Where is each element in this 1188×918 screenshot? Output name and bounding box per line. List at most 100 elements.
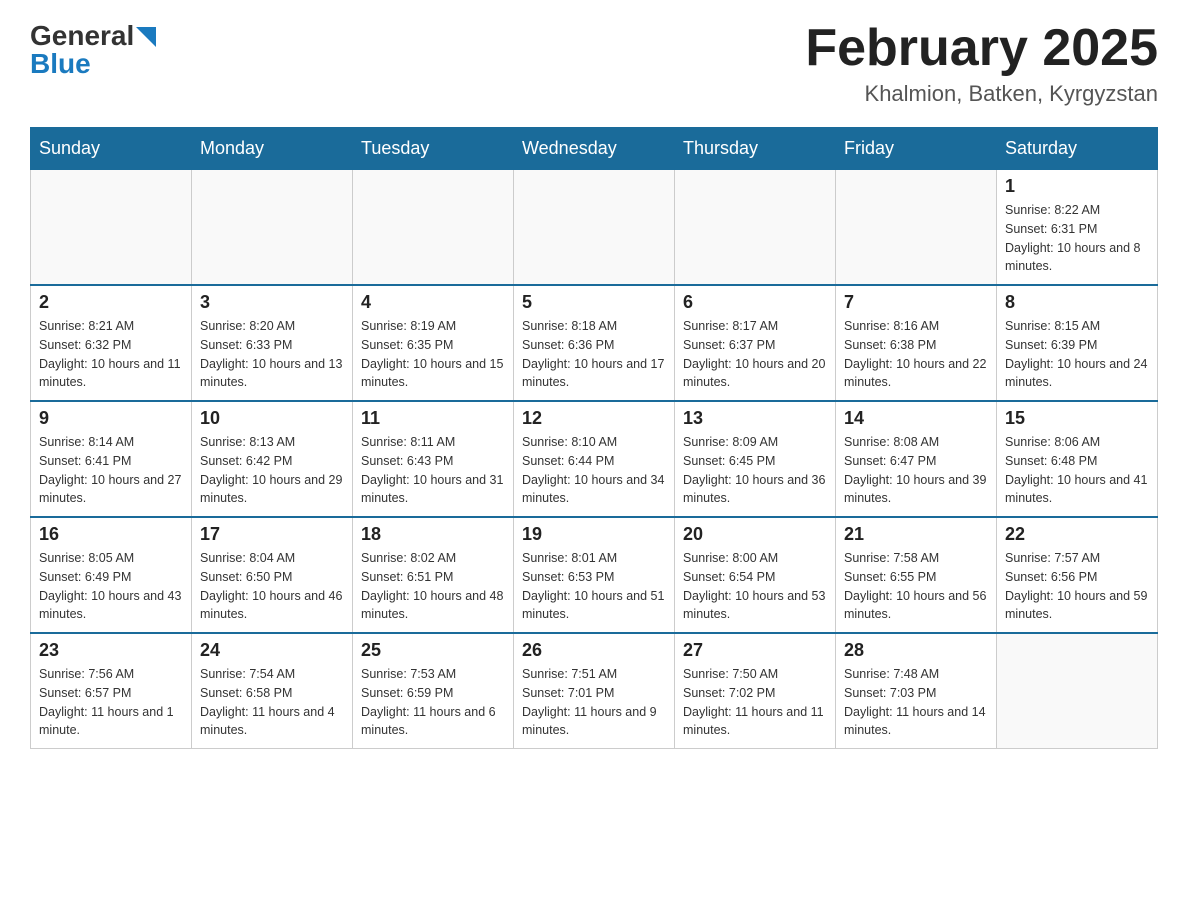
calendar-day-cell: 10 Sunrise: 8:13 AMSunset: 6:42 PMDayligh… (192, 401, 353, 517)
day-number: 11 (361, 408, 505, 429)
day-number: 15 (1005, 408, 1149, 429)
day-info: Sunrise: 8:10 AMSunset: 6:44 PMDaylight:… (522, 433, 666, 508)
calendar-week-row: 2 Sunrise: 8:21 AMSunset: 6:32 PMDaylight… (31, 285, 1158, 401)
calendar-day-cell: 26 Sunrise: 7:51 AMSunset: 7:01 PMDayligh… (514, 633, 675, 749)
title-section: February 2025 Khalmion, Batken, Kyrgyzst… (805, 20, 1158, 107)
day-info: Sunrise: 8:14 AMSunset: 6:41 PMDaylight:… (39, 433, 183, 508)
day-info: Sunrise: 8:06 AMSunset: 6:48 PMDaylight:… (1005, 433, 1149, 508)
day-number: 13 (683, 408, 827, 429)
calendar-day-cell: 14 Sunrise: 8:08 AMSunset: 6:47 PMDayligh… (836, 401, 997, 517)
day-number: 17 (200, 524, 344, 545)
day-info: Sunrise: 8:21 AMSunset: 6:32 PMDaylight:… (39, 317, 183, 392)
day-info: Sunrise: 8:01 AMSunset: 6:53 PMDaylight:… (522, 549, 666, 624)
logo: General Blue (30, 20, 156, 80)
day-info: Sunrise: 8:08 AMSunset: 6:47 PMDaylight:… (844, 433, 988, 508)
calendar-day-cell: 24 Sunrise: 7:54 AMSunset: 6:58 PMDayligh… (192, 633, 353, 749)
day-number: 22 (1005, 524, 1149, 545)
day-number: 8 (1005, 292, 1149, 313)
logo-arrow-icon (134, 25, 156, 47)
calendar-day-cell: 2 Sunrise: 8:21 AMSunset: 6:32 PMDaylight… (31, 285, 192, 401)
calendar-day-cell (31, 170, 192, 286)
day-info: Sunrise: 8:16 AMSunset: 6:38 PMDaylight:… (844, 317, 988, 392)
day-number: 21 (844, 524, 988, 545)
day-info: Sunrise: 8:13 AMSunset: 6:42 PMDaylight:… (200, 433, 344, 508)
month-title: February 2025 (805, 20, 1158, 77)
day-number: 5 (522, 292, 666, 313)
calendar-day-cell: 17 Sunrise: 8:04 AMSunset: 6:50 PMDayligh… (192, 517, 353, 633)
day-number: 18 (361, 524, 505, 545)
day-number: 24 (200, 640, 344, 661)
calendar-day-cell (192, 170, 353, 286)
calendar-day-cell (836, 170, 997, 286)
day-info: Sunrise: 8:17 AMSunset: 6:37 PMDaylight:… (683, 317, 827, 392)
calendar-day-cell: 16Sunrise: 8:05 AMSunset: 6:49 PMDayligh… (31, 517, 192, 633)
day-number: 12 (522, 408, 666, 429)
calendar-table: Sunday Monday Tuesday Wednesday Thursday… (30, 127, 1158, 749)
calendar-day-cell: 3 Sunrise: 8:20 AMSunset: 6:33 PMDaylight… (192, 285, 353, 401)
calendar-day-cell: 15 Sunrise: 8:06 AMSunset: 6:48 PMDayligh… (997, 401, 1158, 517)
calendar-header-row: Sunday Monday Tuesday Wednesday Thursday… (31, 128, 1158, 170)
calendar-day-cell: 22Sunrise: 7:57 AMSunset: 6:56 PMDayligh… (997, 517, 1158, 633)
calendar-day-cell: 4 Sunrise: 8:19 AMSunset: 6:35 PMDaylight… (353, 285, 514, 401)
day-info: Sunrise: 7:53 AMSunset: 6:59 PMDaylight:… (361, 665, 505, 740)
calendar-day-cell: 19 Sunrise: 8:01 AMSunset: 6:53 PMDayligh… (514, 517, 675, 633)
calendar-day-cell (353, 170, 514, 286)
day-number: 20 (683, 524, 827, 545)
day-info: Sunrise: 8:00 AMSunset: 6:54 PMDaylight:… (683, 549, 827, 624)
day-info: Sunrise: 8:15 AMSunset: 6:39 PMDaylight:… (1005, 317, 1149, 392)
day-number: 9 (39, 408, 183, 429)
day-info: Sunrise: 8:11 AMSunset: 6:43 PMDaylight:… (361, 433, 505, 508)
day-number: 10 (200, 408, 344, 429)
day-info: Sunrise: 7:50 AMSunset: 7:02 PMDaylight:… (683, 665, 827, 740)
calendar-day-cell (675, 170, 836, 286)
day-info: Sunrise: 7:51 AMSunset: 7:01 PMDaylight:… (522, 665, 666, 740)
day-number: 2 (39, 292, 183, 313)
day-number: 7 (844, 292, 988, 313)
calendar-day-cell: 9 Sunrise: 8:14 AMSunset: 6:41 PMDaylight… (31, 401, 192, 517)
day-info: Sunrise: 7:56 AMSunset: 6:57 PMDaylight:… (39, 665, 183, 740)
day-number: 14 (844, 408, 988, 429)
day-info: Sunrise: 8:20 AMSunset: 6:33 PMDaylight:… (200, 317, 344, 392)
day-number: 3 (200, 292, 344, 313)
calendar-day-cell: 12 Sunrise: 8:10 AMSunset: 6:44 PMDayligh… (514, 401, 675, 517)
col-sunday: Sunday (31, 128, 192, 170)
calendar-day-cell: 28 Sunrise: 7:48 AMSunset: 7:03 PMDayligh… (836, 633, 997, 749)
calendar-day-cell: 1Sunrise: 8:22 AMSunset: 6:31 PMDaylight… (997, 170, 1158, 286)
calendar-day-cell: 8 Sunrise: 8:15 AMSunset: 6:39 PMDaylight… (997, 285, 1158, 401)
day-info: Sunrise: 7:54 AMSunset: 6:58 PMDaylight:… (200, 665, 344, 740)
day-info: Sunrise: 8:22 AMSunset: 6:31 PMDaylight:… (1005, 201, 1149, 276)
col-friday: Friday (836, 128, 997, 170)
calendar-day-cell: 6Sunrise: 8:17 AMSunset: 6:37 PMDaylight… (675, 285, 836, 401)
location: Khalmion, Batken, Kyrgyzstan (805, 81, 1158, 107)
day-info: Sunrise: 8:09 AMSunset: 6:45 PMDaylight:… (683, 433, 827, 508)
day-number: 27 (683, 640, 827, 661)
calendar-day-cell: 11 Sunrise: 8:11 AMSunset: 6:43 PMDayligh… (353, 401, 514, 517)
day-number: 19 (522, 524, 666, 545)
day-info: Sunrise: 8:04 AMSunset: 6:50 PMDaylight:… (200, 549, 344, 624)
calendar-week-row: 9 Sunrise: 8:14 AMSunset: 6:41 PMDaylight… (31, 401, 1158, 517)
day-info: Sunrise: 7:58 AMSunset: 6:55 PMDaylight:… (844, 549, 988, 624)
day-info: Sunrise: 8:02 AMSunset: 6:51 PMDaylight:… (361, 549, 505, 624)
day-info: Sunrise: 8:05 AMSunset: 6:49 PMDaylight:… (39, 549, 183, 624)
calendar-week-row: 1Sunrise: 8:22 AMSunset: 6:31 PMDaylight… (31, 170, 1158, 286)
col-tuesday: Tuesday (353, 128, 514, 170)
calendar-day-cell: 5Sunrise: 8:18 AMSunset: 6:36 PMDaylight… (514, 285, 675, 401)
col-monday: Monday (192, 128, 353, 170)
calendar-day-cell (997, 633, 1158, 749)
day-number: 26 (522, 640, 666, 661)
col-wednesday: Wednesday (514, 128, 675, 170)
day-number: 23 (39, 640, 183, 661)
day-number: 28 (844, 640, 988, 661)
calendar-day-cell: 21 Sunrise: 7:58 AMSunset: 6:55 PMDayligh… (836, 517, 997, 633)
calendar-day-cell: 27 Sunrise: 7:50 AMSunset: 7:02 PMDayligh… (675, 633, 836, 749)
calendar-day-cell: 7 Sunrise: 8:16 AMSunset: 6:38 PMDaylight… (836, 285, 997, 401)
day-number: 4 (361, 292, 505, 313)
logo-blue: Blue (30, 48, 91, 80)
day-info: Sunrise: 7:48 AMSunset: 7:03 PMDaylight:… (844, 665, 988, 740)
col-saturday: Saturday (997, 128, 1158, 170)
calendar-day-cell: 20 Sunrise: 8:00 AMSunset: 6:54 PMDayligh… (675, 517, 836, 633)
col-thursday: Thursday (675, 128, 836, 170)
calendar-day-cell: 23 Sunrise: 7:56 AMSunset: 6:57 PMDayligh… (31, 633, 192, 749)
day-info: Sunrise: 8:19 AMSunset: 6:35 PMDaylight:… (361, 317, 505, 392)
calendar-day-cell: 18 Sunrise: 8:02 AMSunset: 6:51 PMDayligh… (353, 517, 514, 633)
